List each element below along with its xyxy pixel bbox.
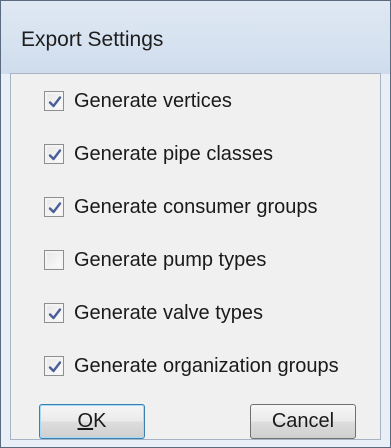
checkmark-icon	[48, 96, 62, 108]
dialog-title: Export Settings	[21, 28, 164, 51]
option-pipe-classes[interactable]: Generate pipe classes	[44, 141, 273, 167]
option-organization-groups[interactable]: Generate organization groups	[44, 353, 339, 379]
checkmark-icon	[48, 361, 62, 373]
option-label: Generate pipe classes	[74, 142, 274, 165]
option-consumer-groups[interactable]: Generate consumer groups	[44, 194, 317, 220]
checkmark-icon	[48, 149, 62, 161]
ok-button[interactable]: OK	[39, 404, 145, 439]
option-label: Generate vertices	[74, 89, 232, 112]
checkbox[interactable]	[44, 356, 64, 376]
checkmark-icon	[48, 308, 62, 320]
option-valve-types[interactable]: Generate valve types	[44, 300, 263, 326]
ok-mnemonic: O	[77, 410, 94, 432]
checkbox[interactable]	[44, 250, 64, 270]
option-vertices[interactable]: Generate vertices	[44, 88, 232, 114]
dialog-body: Generate vertices Generate pipe classes Ge…	[10, 73, 381, 440]
option-pump-types[interactable]: Generate pump types	[44, 247, 266, 273]
option-label: Generate pump types	[74, 248, 267, 271]
option-label: Generate organization groups	[74, 354, 339, 377]
ok-label-rest: K	[93, 410, 107, 432]
cancel-button[interactable]: Cancel	[250, 404, 356, 439]
checkmark-icon	[48, 202, 62, 214]
checkbox[interactable]	[44, 91, 64, 111]
option-label: Generate consumer groups	[74, 195, 318, 218]
export-settings-dialog: Export Settings Generate vertices Generat…	[0, 0, 391, 448]
title-bar[interactable]: Export Settings	[1, 1, 390, 74]
checkbox[interactable]	[44, 197, 64, 217]
checkbox[interactable]	[44, 303, 64, 323]
option-label: Generate valve types	[74, 301, 263, 324]
checkbox[interactable]	[44, 144, 64, 164]
